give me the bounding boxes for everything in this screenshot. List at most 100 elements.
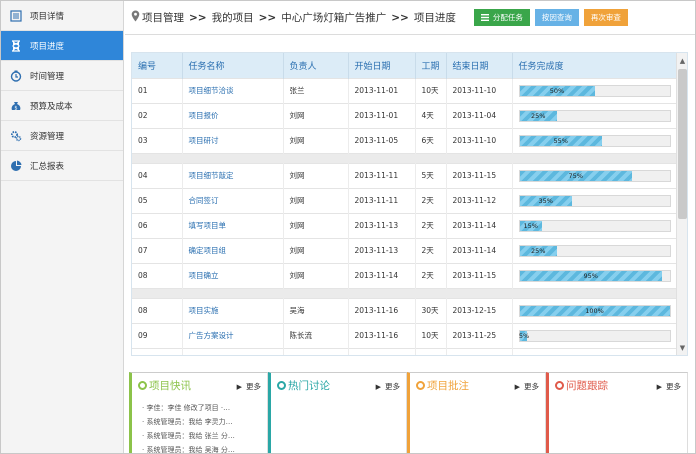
list-item[interactable]: · 系统管理员：我给 张兰 分…	[142, 429, 235, 443]
list-item[interactable]: · 系统管理员：我给 李灵力…	[142, 415, 235, 429]
hot-discussion-more-link[interactable]: ▶ 更多	[376, 381, 400, 392]
table-scrollbar[interactable]: ▲ ▼	[676, 53, 687, 355]
money-bag-icon: $	[10, 100, 22, 112]
task-id-cell: 04	[132, 162, 183, 188]
location-pin-icon	[131, 10, 140, 25]
task-name-link[interactable]: 项目报价	[182, 102, 284, 128]
progress-label: 25%	[531, 246, 546, 255]
task-id-cell: 07	[132, 237, 183, 263]
progress-bar: 10%	[518, 354, 671, 355]
breadcrumb-item[interactable]: 中心广场灯箱广告推广	[281, 10, 386, 25]
start-date-cell: 2013-11-14	[348, 262, 416, 288]
task-name-link[interactable]: 设计沟通	[182, 347, 284, 355]
progress-bar: 95%	[518, 269, 671, 282]
project-news-panel: 项目快讯 ▶ 更多 · 李佳：李佳 修改了项目 ·… · 系统管理员：我给 李灵力… · …	[129, 372, 268, 454]
progress-bar: 5%	[518, 329, 671, 342]
table-row: 04 项目细节敲定 刘网 2013-11-11 5天 2013-11-15 75%	[132, 162, 679, 188]
progress-cell: 100%	[512, 297, 679, 323]
triangle-right-icon: ▶	[236, 382, 242, 391]
progress-label: 100%	[585, 306, 604, 315]
header: 项目管理 >> 我的项目 >> 中心广场灯箱广告推广 >> 项目进度 分配任务 按因查询 再…	[125, 1, 695, 35]
search-by-cause-button[interactable]: 按因查询	[534, 9, 579, 26]
start-date-cell: 2013-11-11	[348, 187, 416, 213]
list-item[interactable]: · 系统管理员：我给 吴海 分…	[142, 443, 235, 454]
sidebar-item-reports[interactable]: 汇总报表	[1, 151, 123, 181]
end-date-cell: 2013-12-15	[446, 297, 513, 323]
group-separator-cell	[132, 287, 678, 298]
sidebar-item-label: 项目详情	[30, 11, 65, 22]
progress-bar: 75%	[518, 169, 671, 182]
breadcrumb-separator: >>	[258, 11, 277, 24]
column-header: 开始日期	[348, 53, 416, 78]
duration-cell: 10天	[415, 77, 447, 103]
column-header: 结束日期	[446, 53, 513, 78]
group-separator	[132, 287, 678, 298]
column-header: 工期	[415, 53, 447, 78]
search-by-cause-label: 按因查询	[541, 13, 572, 22]
task-table-container: 编号 任务名称 负责人 开始日期 工期 结束日期 任务完成度 01 项目细节洽谈 张兰 2013-…	[131, 52, 688, 356]
owner-cell: 刘网	[283, 262, 349, 288]
task-name-link[interactable]: 项目确立	[182, 262, 284, 288]
sidebar-item-details[interactable]: 项目详情	[1, 1, 123, 31]
breadcrumb-item[interactable]: 我的项目	[212, 10, 254, 25]
task-name-link[interactable]: 填写项目单	[182, 212, 284, 238]
task-name-link[interactable]: 广告方案设计	[182, 322, 284, 348]
list-icon	[480, 14, 489, 21]
more-label: 更多	[524, 382, 539, 391]
hot-discussion-title-text: 热门讨论	[288, 380, 330, 392]
progress-bar: 15%	[518, 219, 671, 232]
owner-cell: 陈长流	[283, 322, 349, 348]
sidebar-item-label: 汇总报表	[30, 161, 65, 172]
project-annotation-panel: 项目批注 ▶ 更多	[407, 372, 546, 453]
breadcrumb-separator: >>	[391, 11, 409, 24]
scroll-down-icon[interactable]: ▼	[677, 342, 688, 353]
duration-cell: 30天	[415, 297, 447, 323]
table-row: 03 项目研讨 刘网 2013-11-05 6天 2013-11-10 55%	[132, 127, 679, 153]
list-item[interactable]: · 李佳：李佳 修改了项目 ·…	[142, 401, 235, 415]
task-id-cell: 09	[132, 322, 183, 348]
end-date-cell: 2013-11-10	[446, 77, 513, 103]
sidebar-item-progress[interactable]: 项目进度	[1, 31, 123, 61]
issue-tracking-more-link[interactable]: ▶ 更多	[657, 381, 681, 392]
table-row: 10设计沟通陈长流2013-11-1610天2013-11-25 10%	[132, 347, 679, 355]
radio-dot-icon	[416, 381, 425, 390]
task-name-link[interactable]: 合同签订	[182, 187, 284, 213]
project-annotation-more-link[interactable]: ▶ 更多	[515, 381, 539, 392]
breadcrumb-item[interactable]: 项目管理	[142, 10, 184, 25]
scroll-up-icon[interactable]: ▲	[677, 55, 688, 66]
clock-icon	[10, 70, 22, 82]
progress-bar: 55%	[518, 134, 671, 147]
duration-cell: 2天	[415, 212, 447, 238]
task-name-link[interactable]: 项目研讨	[182, 127, 284, 153]
pie-chart-icon	[10, 160, 22, 172]
task-id-cell: 03	[132, 127, 183, 153]
sidebar-item-label: 预算及成本	[30, 101, 73, 112]
project-news-list: · 李佳：李佳 修改了项目 ·… · 系统管理员：我给 李灵力… · 系统管理员：我…	[142, 401, 235, 454]
task-id-cell: 10	[132, 347, 183, 355]
more-label: 更多	[666, 382, 681, 391]
scrollbar-thumb[interactable]	[678, 69, 687, 219]
review-again-button[interactable]: 再次审査	[583, 9, 628, 26]
project-annotation-title-text: 项目批注	[427, 380, 469, 392]
assign-task-button[interactable]: 分配任务	[473, 9, 530, 26]
sidebar-item-budget[interactable]: $ 预算及成本	[1, 91, 123, 121]
task-name-link[interactable]: 项目细节敲定	[182, 162, 284, 188]
project-news-more-link[interactable]: ▶ 更多	[237, 381, 261, 392]
triangle-right-icon: ▶	[656, 382, 662, 391]
task-name-link[interactable]: 项目细节洽谈	[182, 77, 284, 103]
review-again-label: 再次审査	[590, 13, 621, 22]
sidebar-item-time[interactable]: 时间管理	[1, 61, 123, 91]
task-name-link[interactable]: 项目实施	[182, 297, 284, 323]
start-date-cell: 2013-11-16	[348, 297, 416, 323]
task-id-cell: 08	[132, 262, 183, 288]
progress-cell: 75%	[512, 162, 679, 188]
duration-cell: 2天	[415, 262, 447, 288]
start-date-cell: 2013-11-05	[348, 127, 416, 153]
task-name-link[interactable]: 确定项目组	[182, 237, 284, 263]
sidebar-item-resources[interactable]: 资源管理	[1, 121, 123, 151]
triangle-right-icon: ▶	[514, 382, 520, 391]
sidebar-item-label: 资源管理	[30, 131, 65, 142]
progress-cell: 25%	[512, 102, 679, 128]
task-table: 编号 任务名称 负责人 开始日期 工期 结束日期 任务完成度 01 项目细节洽谈 张兰 2013-…	[132, 53, 679, 355]
table-row: 07 确定项目组 刘网 2013-11-13 2天 2013-11-14 25%	[132, 237, 679, 263]
